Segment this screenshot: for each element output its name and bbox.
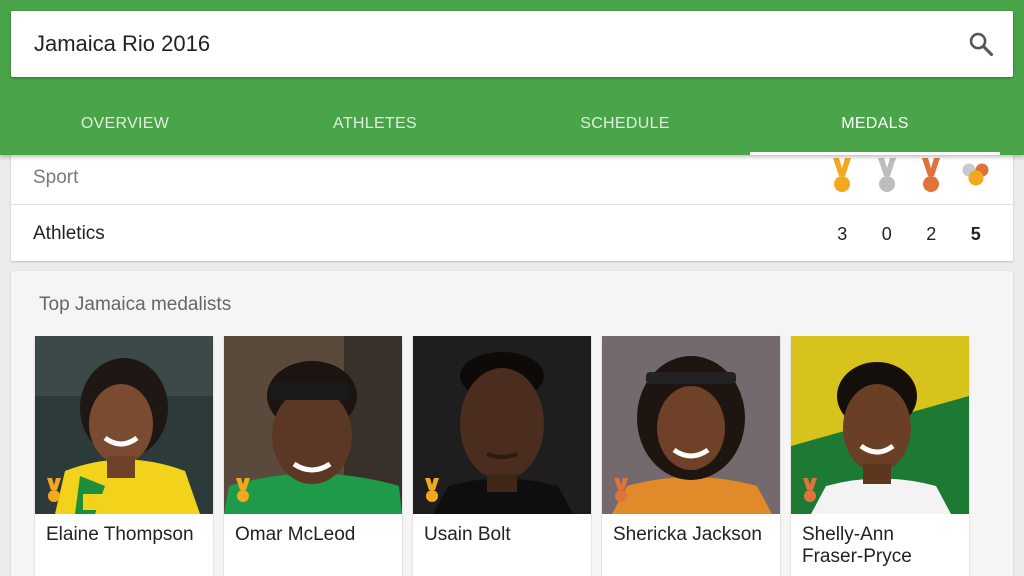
athlete-card[interactable]: Elaine Thompson bbox=[35, 336, 213, 576]
gold-medal-icon bbox=[820, 158, 865, 194]
athlete-photo bbox=[224, 336, 402, 514]
bronze-count: 2 bbox=[926, 224, 937, 244]
gold-medal-icon bbox=[47, 478, 61, 502]
silver-count: 0 bbox=[881, 224, 892, 244]
bronze-medal-icon bbox=[803, 478, 817, 502]
athlete-name: Omar McLeod bbox=[235, 524, 356, 545]
athlete-carousel: Elaine Thompson Omar McLeod Usain Bolt S… bbox=[35, 336, 969, 576]
tab-athletes[interactable]: ATHLETES bbox=[250, 95, 500, 155]
athlete-photo bbox=[602, 336, 780, 514]
gold-medal-icon bbox=[236, 478, 250, 502]
medal-table-card: Sport Athletics 3 0 2 5 bbox=[11, 150, 1013, 261]
tab-schedule[interactable]: SCHEDULE bbox=[500, 95, 750, 155]
total-count: 5 bbox=[970, 224, 981, 244]
app-header: Jamaica Rio 2016 OVERVIEW ATHLETES SCHED… bbox=[0, 0, 1024, 155]
table-row[interactable]: Athletics 3 0 2 5 bbox=[11, 206, 1013, 261]
section-title: Top Jamaica medalists bbox=[39, 294, 232, 315]
medal-table-header: Sport bbox=[11, 150, 1013, 205]
athlete-card[interactable]: Omar McLeod bbox=[224, 336, 402, 576]
tab-medals[interactable]: MEDALS bbox=[750, 95, 1000, 155]
sport-column-label: Sport bbox=[33, 167, 79, 188]
athlete-photo bbox=[35, 336, 213, 514]
tab-bar: OVERVIEW ATHLETES SCHEDULE MEDALS bbox=[0, 95, 1024, 155]
medal-counts: 3 0 2 5 bbox=[820, 224, 998, 245]
sport-name: Athletics bbox=[33, 223, 105, 244]
search-icon[interactable] bbox=[967, 30, 995, 58]
athlete-name: Elaine Thompson bbox=[46, 524, 194, 545]
athlete-photo bbox=[791, 336, 969, 514]
athlete-name: Shelly-Ann Fraser-Pryce bbox=[802, 524, 912, 567]
gold-medal-icon bbox=[425, 478, 439, 502]
athlete-card[interactable]: Usain Bolt bbox=[413, 336, 591, 576]
bronze-medal-icon bbox=[614, 478, 628, 502]
athlete-photo bbox=[413, 336, 591, 514]
silver-medal-icon bbox=[865, 158, 910, 194]
athlete-name: Shericka Jackson bbox=[613, 524, 762, 545]
total-medals-icon bbox=[954, 158, 999, 194]
athlete-name: Usain Bolt bbox=[424, 524, 511, 545]
athlete-card[interactable]: Shelly-Ann Fraser-Pryce bbox=[791, 336, 969, 576]
top-medalists-card: Top Jamaica medalists Elaine Thompson Om… bbox=[11, 271, 1013, 576]
bronze-medal-icon bbox=[909, 158, 954, 194]
search-box[interactable]: Jamaica Rio 2016 bbox=[11, 11, 1013, 77]
gold-count: 3 bbox=[837, 224, 848, 244]
medal-icons-row bbox=[820, 158, 998, 194]
search-input[interactable]: Jamaica Rio 2016 bbox=[34, 31, 210, 57]
athlete-card[interactable]: Shericka Jackson bbox=[602, 336, 780, 576]
tab-overview[interactable]: OVERVIEW bbox=[0, 95, 250, 155]
